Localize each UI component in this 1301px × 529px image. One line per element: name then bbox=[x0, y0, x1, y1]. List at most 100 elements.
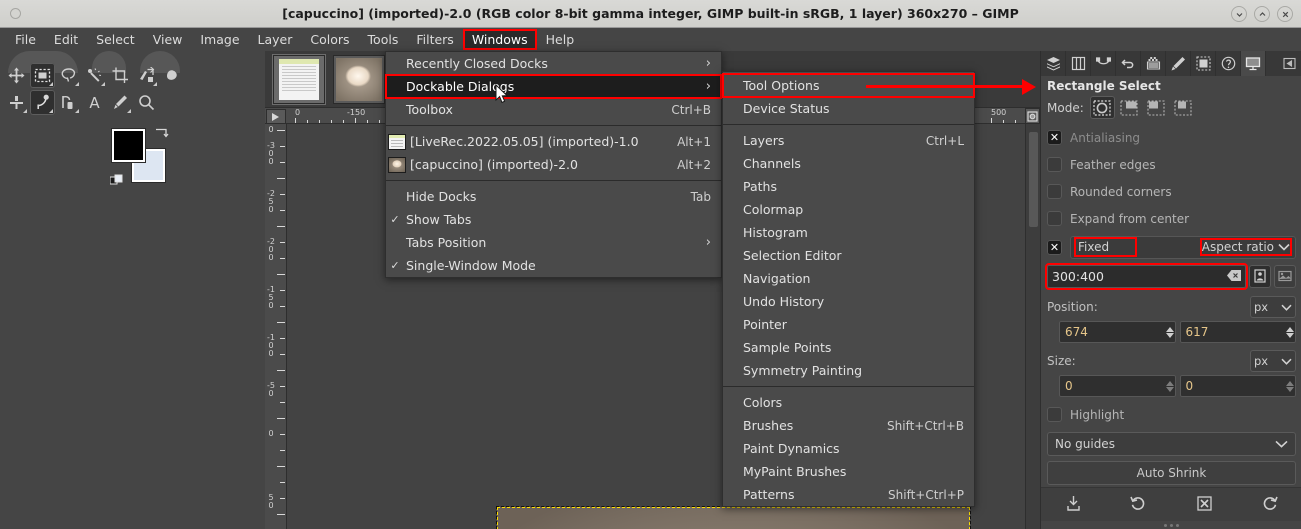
submenu-item-layers[interactable]: Layers Ctrl+L bbox=[723, 129, 974, 152]
size-unit-combo[interactable]: px bbox=[1250, 350, 1296, 372]
crop-tool-button[interactable] bbox=[108, 63, 133, 88]
delete-tool-preset-button[interactable] bbox=[1196, 495, 1213, 515]
menu-windows[interactable]: Windows bbox=[463, 29, 537, 50]
move-tool-button[interactable] bbox=[4, 63, 29, 88]
submenu-item-pointer[interactable]: Pointer bbox=[723, 313, 974, 336]
free-select-tool-button[interactable] bbox=[56, 63, 81, 88]
highlight-row[interactable]: Highlight bbox=[1047, 401, 1296, 428]
canvas-vertical-scrollbar[interactable] bbox=[1025, 124, 1040, 529]
menu-item-single-window-mode[interactable]: ✓ Single-Window Mode bbox=[386, 254, 721, 277]
submenu-item-selection-editor[interactable]: Selection Editor bbox=[723, 244, 974, 267]
menu-filters[interactable]: Filters bbox=[407, 29, 462, 50]
submenu-item-undo-history[interactable]: Undo History bbox=[723, 290, 974, 313]
pointer-tab[interactable] bbox=[1216, 51, 1241, 76]
layers-tab[interactable] bbox=[1041, 51, 1066, 76]
menu-item-toolbox[interactable]: Toolbox Ctrl+B bbox=[386, 98, 721, 121]
size-width-input[interactable]: 0 bbox=[1059, 375, 1176, 397]
fixed-checkbox[interactable] bbox=[1047, 240, 1062, 255]
menu-edit[interactable]: Edit bbox=[45, 29, 87, 50]
antialiasing-row[interactable]: Antialiasing bbox=[1047, 124, 1296, 151]
colormap-tab[interactable] bbox=[1141, 51, 1166, 76]
vertical-ruler[interactable]: 0 -300 -250 -200 -150 -100 -50 bbox=[265, 124, 287, 529]
menu-tools[interactable]: Tools bbox=[359, 29, 408, 50]
foreground-color-swatch[interactable] bbox=[112, 129, 145, 162]
size-width-stepper[interactable] bbox=[1166, 381, 1174, 392]
menu-item-show-tabs[interactable]: ✓ Show Tabs bbox=[386, 208, 721, 231]
submenu-item-histogram[interactable]: Histogram bbox=[723, 221, 974, 244]
auto-shrink-button[interactable]: Auto Shrink bbox=[1047, 461, 1296, 485]
antialiasing-checkbox[interactable] bbox=[1047, 130, 1062, 145]
paths-tool-button[interactable] bbox=[30, 90, 55, 115]
submenu-item-paint-dynamics[interactable]: Paint Dynamics bbox=[723, 437, 974, 460]
size-height-input[interactable]: 0 bbox=[1180, 375, 1297, 397]
patterns-tab[interactable] bbox=[1191, 51, 1216, 76]
image-tab-capuccino[interactable] bbox=[333, 55, 385, 104]
mode-intersect-button[interactable] bbox=[1171, 96, 1196, 119]
undo-history-tab[interactable] bbox=[1116, 51, 1141, 76]
guides-combo[interactable]: No guides bbox=[1047, 432, 1296, 456]
size-height-stepper[interactable] bbox=[1286, 381, 1294, 392]
submenu-item-mypaint-brushes[interactable]: MyPaint Brushes bbox=[723, 460, 974, 483]
menu-view[interactable]: View bbox=[144, 29, 192, 50]
bucket-fill-tool-button[interactable] bbox=[160, 63, 185, 88]
position-x-stepper[interactable] bbox=[1166, 327, 1174, 338]
smudge-tool-button[interactable] bbox=[4, 90, 29, 115]
menu-item-tabs-position[interactable]: Tabs Position › bbox=[386, 231, 721, 254]
minimize-button[interactable] bbox=[1231, 6, 1247, 22]
feather-edges-checkbox[interactable] bbox=[1047, 157, 1062, 172]
reset-tool-options-button[interactable] bbox=[1261, 495, 1278, 515]
menu-item-recently-closed-docks[interactable]: Recently Closed Docks › bbox=[386, 52, 721, 75]
paintbrush-tool-button[interactable] bbox=[108, 90, 133, 115]
position-y-input[interactable]: 617 bbox=[1180, 321, 1297, 343]
position-unit-combo[interactable]: px bbox=[1250, 296, 1296, 318]
transform-tool-button[interactable] bbox=[134, 63, 159, 88]
menu-layer[interactable]: Layer bbox=[249, 29, 302, 50]
capuccino-photo-layer[interactable] bbox=[497, 507, 970, 529]
expand-from-center-checkbox[interactable] bbox=[1047, 211, 1062, 226]
dock-resize-grip[interactable] bbox=[1041, 521, 1301, 529]
scrollbar-thumb[interactable] bbox=[1029, 132, 1038, 227]
portrait-orientation-button[interactable] bbox=[1249, 265, 1271, 288]
menu-image[interactable]: Image bbox=[191, 29, 248, 50]
paths-tab[interactable] bbox=[1091, 51, 1116, 76]
highlight-checkbox[interactable] bbox=[1047, 407, 1062, 422]
image-tab-livrec[interactable] bbox=[273, 55, 325, 104]
menu-help[interactable]: Help bbox=[537, 29, 584, 50]
expand-from-center-row[interactable]: Expand from center bbox=[1047, 205, 1296, 232]
submenu-item-paths[interactable]: Paths bbox=[723, 175, 974, 198]
rectangle-select-tool-button[interactable] bbox=[30, 63, 55, 88]
rounded-corners-row[interactable]: Rounded corners bbox=[1047, 178, 1296, 205]
close-button[interactable] bbox=[1277, 6, 1293, 22]
restore-tool-preset-button[interactable] bbox=[1130, 495, 1147, 515]
clear-entry-icon[interactable] bbox=[1227, 269, 1241, 284]
maximize-button[interactable] bbox=[1254, 6, 1270, 22]
channels-tab[interactable] bbox=[1066, 51, 1091, 76]
submenu-item-sample-points[interactable]: Sample Points bbox=[723, 336, 974, 359]
position-y-stepper[interactable] bbox=[1286, 327, 1294, 338]
submenu-item-patterns[interactable]: Patterns Shift+Ctrl+P bbox=[723, 483, 974, 506]
navigation-preview-button[interactable] bbox=[1025, 108, 1040, 124]
dock-menu-button[interactable] bbox=[1276, 51, 1301, 76]
aspect-ratio-input[interactable]: 300:400 bbox=[1047, 265, 1246, 288]
feather-edges-row[interactable]: Feather edges bbox=[1047, 151, 1296, 178]
menu-item-livrec-image[interactable]: [LiveRec.2022.05.05] (imported)-1.0 Alt+… bbox=[386, 130, 721, 153]
fuzzy-select-tool-button[interactable] bbox=[82, 63, 107, 88]
tool-options-tab[interactable] bbox=[1241, 51, 1266, 76]
rounded-corners-checkbox[interactable] bbox=[1047, 184, 1062, 199]
menu-colors[interactable]: Colors bbox=[301, 29, 358, 50]
submenu-item-brushes[interactable]: Brushes Shift+Ctrl+B bbox=[723, 414, 974, 437]
reset-colors-icon[interactable] bbox=[110, 173, 124, 190]
mode-add-button[interactable] bbox=[1117, 96, 1142, 119]
submenu-item-symmetry-painting[interactable]: Symmetry Painting bbox=[723, 359, 974, 382]
fixed-constraint-combo[interactable]: Fixed Aspect ratio bbox=[1070, 236, 1296, 259]
menu-select[interactable]: Select bbox=[87, 29, 144, 50]
menu-item-dockable-dialogs[interactable]: Dockable Dialogs › bbox=[386, 75, 721, 98]
mode-replace-button[interactable] bbox=[1090, 96, 1115, 119]
save-tool-preset-button[interactable] bbox=[1065, 495, 1082, 515]
menu-file[interactable]: File bbox=[6, 29, 45, 50]
submenu-item-colormap[interactable]: Colormap bbox=[723, 198, 974, 221]
brushes-tab[interactable] bbox=[1166, 51, 1191, 76]
submenu-item-colors[interactable]: Colors bbox=[723, 391, 974, 414]
submenu-item-navigation[interactable]: Navigation bbox=[723, 267, 974, 290]
canvas-menu-button[interactable] bbox=[266, 109, 286, 124]
